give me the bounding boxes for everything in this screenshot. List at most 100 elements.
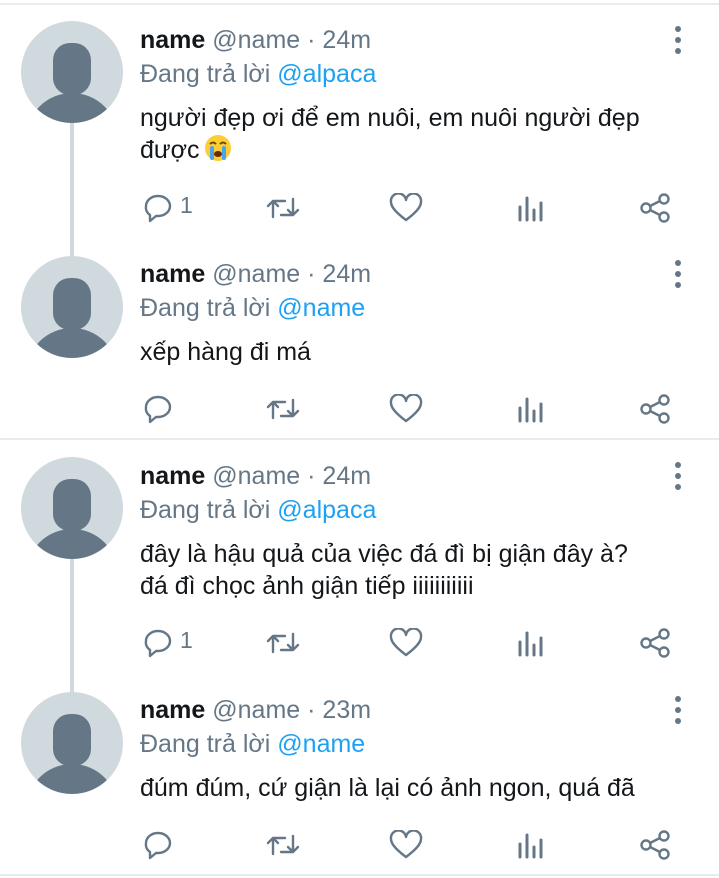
like-button[interactable] bbox=[389, 391, 423, 425]
share-icon bbox=[640, 830, 670, 860]
tweet-text: người đẹp ơi để em nuôi, em nuôi người đ… bbox=[140, 102, 700, 166]
reply-count: 1 bbox=[180, 192, 193, 218]
share-icon bbox=[640, 193, 670, 223]
reply-prefix: Đang trả lời bbox=[140, 294, 271, 322]
share-button[interactable] bbox=[639, 827, 671, 861]
mention-link[interactable]: @alpaca bbox=[277, 60, 376, 88]
separator-dot: · bbox=[307, 462, 316, 490]
action-bar bbox=[0, 391, 719, 425]
user-handle[interactable]: @name bbox=[212, 462, 300, 490]
more-vert-icon bbox=[675, 26, 681, 32]
analytics-icon bbox=[518, 833, 543, 859]
more-vert-icon bbox=[675, 696, 681, 702]
reply-context: Đang trả lời @alpaca bbox=[140, 495, 376, 525]
display-name[interactable]: name bbox=[140, 260, 205, 288]
tweet[interactable]: name @name · 24m Đang trả lời @alpaca đâ… bbox=[0, 440, 719, 672]
retweet-button[interactable] bbox=[265, 827, 301, 861]
tweet[interactable]: name @name · 23m Đang trả lời @name đúm … bbox=[0, 672, 719, 874]
more-vert-icon bbox=[675, 260, 681, 266]
more-vert-icon bbox=[675, 462, 681, 468]
reply-button[interactable] bbox=[142, 391, 176, 425]
retweet-button[interactable] bbox=[265, 391, 301, 425]
display-name[interactable]: name bbox=[140, 696, 205, 724]
reply-icon bbox=[144, 395, 172, 424]
action-bar: 1 bbox=[0, 190, 719, 224]
display-name[interactable]: name bbox=[140, 462, 205, 490]
tweet-header: name @name · 24m bbox=[140, 461, 371, 491]
retweet-icon bbox=[266, 632, 300, 654]
share-button[interactable] bbox=[639, 190, 671, 224]
more-options-button[interactable] bbox=[666, 258, 690, 292]
tweet-text-line: được bbox=[140, 136, 200, 164]
reply-prefix: Đang trả lời bbox=[140, 496, 271, 524]
like-button[interactable] bbox=[389, 190, 423, 224]
bottom-divider bbox=[0, 874, 719, 876]
timestamp[interactable]: 23m bbox=[322, 696, 371, 724]
share-icon bbox=[640, 628, 670, 658]
user-handle[interactable]: @name bbox=[212, 696, 300, 724]
tweet-text-line: đúm đúm, cứ giận là lại có ảnh ngon, quá… bbox=[140, 774, 635, 802]
avatar[interactable] bbox=[21, 692, 123, 794]
avatar[interactable] bbox=[21, 21, 123, 123]
tweet-text-line: người đẹp ơi để em nuôi, em nuôi người đ… bbox=[140, 104, 640, 132]
crying-face-emoji bbox=[204, 135, 231, 161]
user-handle[interactable]: @name bbox=[212, 260, 300, 288]
more-options-button[interactable] bbox=[666, 460, 690, 494]
timestamp[interactable]: 24m bbox=[322, 462, 371, 490]
tweet-text: đúm đúm, cứ giận là lại có ảnh ngon, quá… bbox=[140, 772, 700, 804]
like-icon bbox=[389, 830, 423, 859]
reply-button[interactable] bbox=[142, 827, 176, 861]
avatar[interactable] bbox=[21, 256, 123, 358]
mention-link[interactable]: @alpaca bbox=[277, 496, 376, 524]
mention-link[interactable]: @name bbox=[277, 294, 365, 322]
share-button[interactable] bbox=[639, 391, 671, 425]
analytics-button[interactable] bbox=[517, 391, 545, 425]
tweet-header: name @name · 23m bbox=[140, 695, 371, 725]
reply-prefix: Đang trả lời bbox=[140, 60, 271, 88]
tweet[interactable]: name @name · 24m Đang trả lời @alpaca ng… bbox=[0, 0, 719, 236]
analytics-button[interactable] bbox=[517, 827, 545, 861]
reply-context: Đang trả lời @name bbox=[140, 729, 365, 759]
tweet-text-line: đá đì chọc ảnh giận tiếp iiiiiiiiiii bbox=[140, 572, 474, 600]
reply-button[interactable]: 1 bbox=[142, 625, 202, 659]
tweet[interactable]: name @name · 24m Đang trả lời @name xếp … bbox=[0, 236, 719, 438]
reply-context: Đang trả lời @name bbox=[140, 293, 365, 323]
tweet-text: đây là hậu quả của việc đá đì bị giận đâ… bbox=[140, 538, 700, 602]
tweet-header: name @name · 24m bbox=[140, 259, 371, 289]
like-icon bbox=[389, 628, 423, 657]
analytics-icon bbox=[518, 631, 543, 657]
analytics-button[interactable] bbox=[517, 190, 545, 224]
display-name[interactable]: name bbox=[140, 26, 205, 54]
tweet-text-line: đây là hậu quả của việc đá đì bị giận đâ… bbox=[140, 540, 628, 568]
retweet-icon bbox=[266, 834, 300, 856]
retweet-button[interactable] bbox=[265, 625, 301, 659]
like-button[interactable] bbox=[389, 625, 423, 659]
timestamp[interactable]: 24m bbox=[322, 260, 371, 288]
analytics-button[interactable] bbox=[517, 625, 545, 659]
retweet-button[interactable] bbox=[265, 190, 301, 224]
retweet-icon bbox=[266, 398, 300, 420]
like-icon bbox=[389, 193, 423, 222]
analytics-icon bbox=[518, 196, 543, 222]
action-bar bbox=[0, 827, 719, 861]
mention-link[interactable]: @name bbox=[277, 730, 365, 758]
avatar[interactable] bbox=[21, 457, 123, 559]
more-options-button[interactable] bbox=[666, 24, 690, 58]
timestamp[interactable]: 24m bbox=[322, 26, 371, 54]
like-button[interactable] bbox=[389, 827, 423, 861]
like-icon bbox=[389, 394, 423, 423]
share-icon bbox=[640, 394, 670, 424]
separator-dot: · bbox=[307, 696, 316, 724]
tweet-header: name @name · 24m bbox=[140, 25, 371, 55]
reply-count: 1 bbox=[180, 627, 193, 653]
reply-button[interactable]: 1 bbox=[142, 190, 202, 224]
more-options-button[interactable] bbox=[666, 694, 690, 728]
reply-context: Đang trả lời @alpaca bbox=[140, 59, 376, 89]
user-handle[interactable]: @name bbox=[212, 26, 300, 54]
reply-icon bbox=[144, 629, 172, 658]
analytics-icon bbox=[518, 397, 543, 423]
tweet-text: xếp hàng đi má bbox=[140, 336, 700, 368]
share-button[interactable] bbox=[639, 625, 671, 659]
reply-icon bbox=[144, 194, 172, 223]
tweet-text-line: xếp hàng đi má bbox=[140, 338, 311, 366]
